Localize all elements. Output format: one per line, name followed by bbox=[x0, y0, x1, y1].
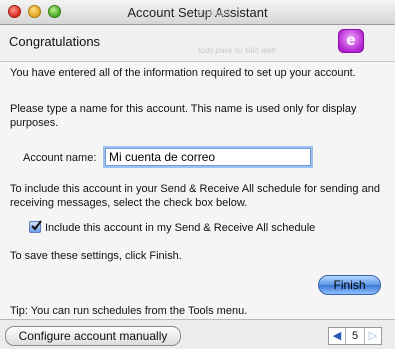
save-prompt-text: To save these settings, click Finish. bbox=[10, 250, 182, 262]
entourage-logo-icon: e bbox=[338, 29, 364, 53]
include-schedule-label[interactable]: Include this account in my Send & Receiv… bbox=[45, 222, 315, 234]
content-panel: You have entered all of the information … bbox=[0, 62, 395, 319]
step-header: Congratulations e bbox=[0, 25, 395, 62]
finish-button[interactable]: Finish bbox=[318, 275, 381, 295]
page-number: 5 bbox=[351, 330, 359, 342]
watermark-subtext: todo para su sitio web bbox=[198, 46, 276, 55]
previous-page-icon[interactable]: ◀ bbox=[329, 328, 346, 344]
intro-text: You have entered all of the information … bbox=[10, 67, 356, 79]
next-page-icon[interactable]: ▷ bbox=[364, 328, 381, 344]
footer-bar: Configure account manually ◀ 5 ▷ bbox=[0, 320, 395, 349]
tip-text: Tip: You can run schedules from the Tool… bbox=[10, 305, 248, 317]
configure-manually-button[interactable]: Configure account manually bbox=[5, 326, 181, 346]
include-schedule-checkbox[interactable] bbox=[29, 220, 42, 233]
page-title: Congratulations bbox=[9, 34, 101, 49]
account-name-label: Account name: bbox=[23, 152, 97, 164]
page-navigator: ◀ 5 ▷ bbox=[328, 327, 382, 345]
checkmark-icon bbox=[31, 220, 42, 231]
watermark-text: solo10 bbox=[198, 8, 231, 19]
account-name-input[interactable] bbox=[105, 148, 311, 166]
name-prompt-text: Please type a name for this account. Thi… bbox=[10, 103, 357, 129]
schedule-prompt-text: To include this account in your Send & R… bbox=[10, 183, 380, 209]
